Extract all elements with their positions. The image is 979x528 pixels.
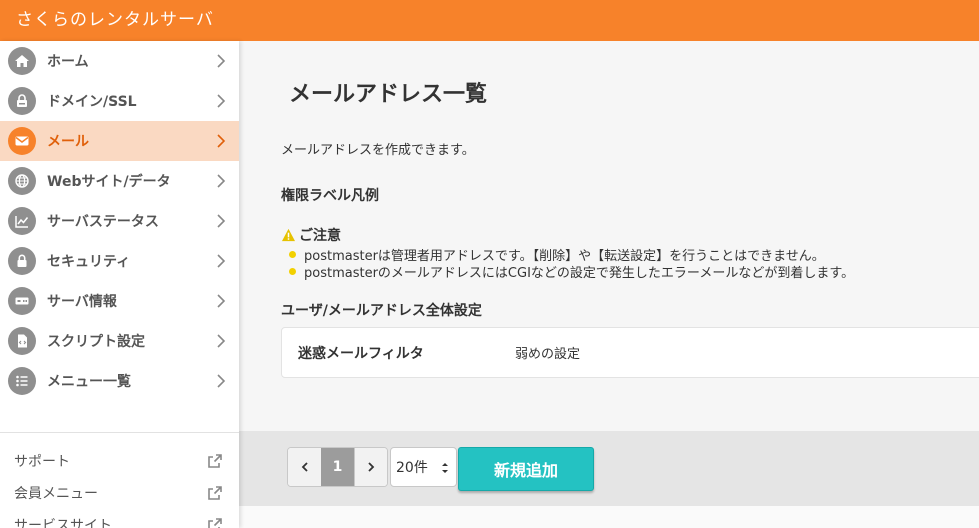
add-new-button[interactable]: 新規追加 — [458, 447, 594, 491]
notice-list: postmasterは管理者用アドレスです。【削除】や【転送設定】を行うことはで… — [289, 246, 855, 281]
select-arrows-icon — [442, 463, 448, 473]
mail-icon — [8, 127, 36, 155]
page-title: メールアドレス一覧 — [289, 82, 488, 107]
notice-item: postmasterのメールアドレスにはCGIなどの設定で発生したエラーメールな… — [289, 263, 855, 281]
bullet-dot — [289, 251, 296, 258]
sidebar-item-mail[interactable]: メール — [0, 121, 239, 161]
external-link-icon — [208, 518, 222, 528]
sidebar-item-menu-list[interactable]: メニュー一覧 — [0, 361, 239, 401]
app-title: さくらのレンタルサーバ — [16, 10, 214, 30]
main-content: メールアドレス一覧 メールアドレスを作成できます。 権限ラベル凡例 ご注意 po… — [239, 41, 979, 528]
sidebar-link-member-menu[interactable]: 会員メニュー — [0, 477, 239, 509]
sidebar-item-label: メール — [47, 134, 89, 150]
sidebar-item-server-status[interactable]: サーバステータス — [0, 201, 239, 241]
chevron-right-icon — [217, 214, 226, 228]
top-bar: さくらのレンタルサーバ — [0, 0, 979, 41]
sidebar-item-label: メニュー一覧 — [47, 374, 131, 390]
setting-value: 弱めの設定 — [515, 347, 581, 362]
chevron-right-icon — [217, 254, 226, 268]
action-bar: 1 20件 新規追加 — [239, 431, 979, 506]
bullet-dot — [289, 268, 296, 275]
sidebar-item-label: セキュリティ — [47, 254, 131, 270]
notice-title: ご注意 — [299, 228, 341, 244]
notice-text: postmasterのメールアドレスにはCGIなどの設定で発生したエラーメールな… — [304, 266, 855, 281]
chart-icon — [8, 207, 36, 235]
footer-strip — [239, 506, 979, 528]
sidebar-link-support[interactable]: サポート — [0, 445, 239, 477]
setting-label: 迷惑メールフィルタ — [298, 345, 424, 362]
home-icon — [8, 47, 36, 75]
notice-item: postmasterは管理者用アドレスです。【削除】や【転送設定】を行うことはで… — [289, 246, 854, 264]
current-page[interactable]: 1 — [321, 448, 354, 486]
sidebar-item-script-settings[interactable]: スクリプト設定 — [0, 321, 239, 361]
permission-legend-heading: 権限ラベル凡例 — [281, 188, 379, 204]
script-icon — [8, 327, 36, 355]
sidebar-item-web-data[interactable]: Webサイト/データ — [0, 161, 239, 201]
sidebar-nav: ホーム ドメイン/SSL メール Webサイト/データ サーバステータス セキュ… — [0, 41, 239, 401]
external-link-icon — [208, 454, 222, 468]
sidebar-item-server-info[interactable]: サーバ情報 — [0, 281, 239, 321]
chevron-right-icon — [217, 54, 226, 68]
sidebar-link-service-site[interactable]: サービスサイト — [0, 509, 239, 528]
settings-heading: ユーザ/メールアドレス全体設定 — [281, 303, 482, 319]
globe-icon — [8, 167, 36, 195]
settings-row-spam-filter: 迷惑メールフィルタ 弱めの設定 — [281, 327, 979, 378]
sidebar-item-security[interactable]: セキュリティ — [0, 241, 239, 281]
notice-heading: ご注意 — [281, 225, 341, 245]
chevron-right-icon — [217, 374, 226, 388]
sidebar-divider — [0, 432, 239, 433]
sidebar-item-label: ドメイン/SSL — [47, 94, 137, 110]
domain-icon — [8, 87, 36, 115]
pagination: 1 — [287, 447, 388, 487]
chevron-right-icon — [217, 334, 226, 348]
intro-text: メールアドレスを作成できます。 — [281, 143, 475, 158]
chevron-left-icon — [301, 462, 308, 472]
chevron-right-icon — [217, 94, 226, 108]
sidebar-item-label: Webサイト/データ — [47, 174, 171, 190]
external-link-icon — [208, 486, 222, 500]
next-page-button[interactable] — [354, 448, 387, 486]
sidebar-item-home[interactable]: ホーム — [0, 41, 239, 81]
sidebar-item-label: スクリプト設定 — [47, 334, 145, 350]
sidebar: ホーム ドメイン/SSL メール Webサイト/データ サーバステータス セキュ… — [0, 41, 239, 528]
chevron-right-icon — [217, 174, 226, 188]
lock-icon — [8, 247, 36, 275]
chevron-right-icon — [217, 134, 226, 148]
warning-icon — [281, 228, 296, 242]
chevron-right-icon — [368, 462, 375, 472]
server-icon — [8, 287, 36, 315]
sidebar-item-label: サーバステータス — [47, 214, 159, 230]
sidebar-item-label: ホーム — [47, 54, 89, 70]
sidebar-link-label: サポート — [14, 454, 70, 470]
prev-page-button[interactable] — [288, 448, 321, 486]
per-page-value: 20件 — [396, 460, 428, 476]
chevron-right-icon — [217, 294, 226, 308]
sidebar-link-label: 会員メニュー — [14, 486, 98, 502]
list-icon — [8, 367, 36, 395]
sidebar-item-domain-ssl[interactable]: ドメイン/SSL — [0, 81, 239, 121]
per-page-select[interactable]: 20件 — [390, 447, 457, 487]
sidebar-link-label: サービスサイト — [14, 518, 112, 528]
sidebar-external-links: サポート 会員メニュー サービスサイト — [0, 445, 239, 528]
sidebar-item-label: サーバ情報 — [47, 294, 117, 310]
